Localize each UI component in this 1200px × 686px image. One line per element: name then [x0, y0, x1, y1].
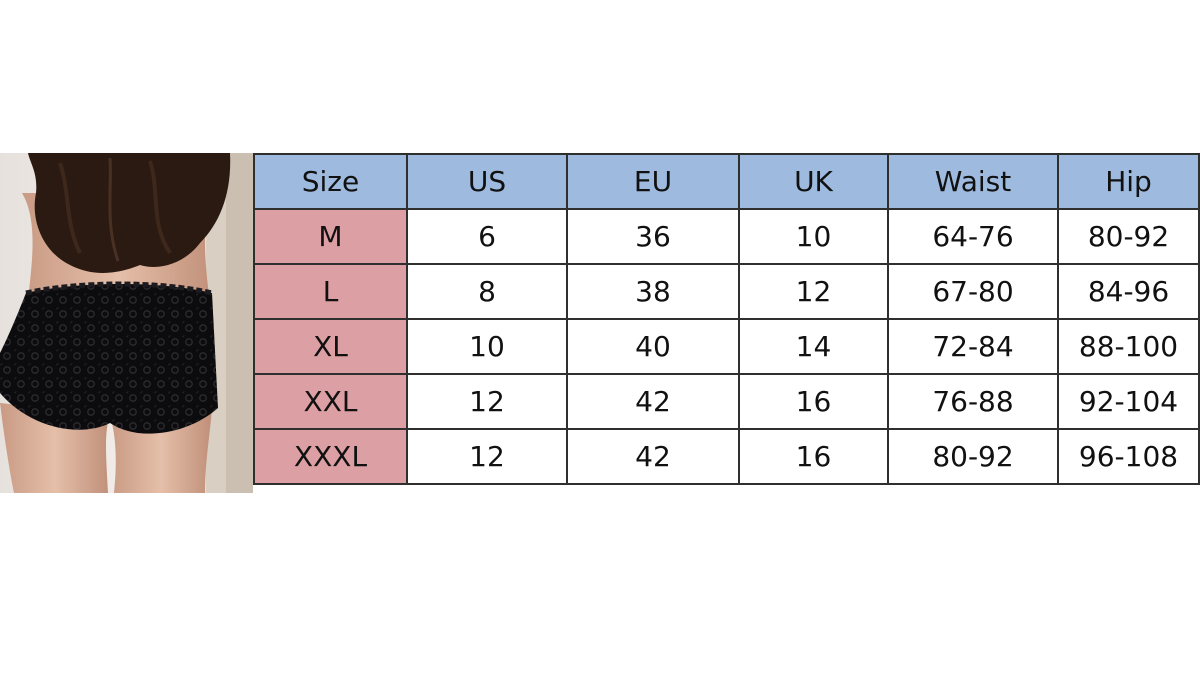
waist-cell: 72-84 — [887, 318, 1059, 375]
waist-cell: 76-88 — [887, 373, 1059, 430]
table-header-row: Size US EU UK Waist Hip — [253, 153, 1200, 210]
waist-cell: 80-92 — [887, 428, 1059, 485]
uk-cell: 16 — [738, 428, 889, 485]
us-cell: 12 — [406, 373, 568, 430]
table-row: XXL 12 42 16 76-88 92-104 — [253, 373, 1200, 430]
size-cell: XXXL — [253, 428, 408, 485]
column-header-size: Size — [253, 153, 408, 210]
us-cell: 10 — [406, 318, 568, 375]
uk-cell: 16 — [738, 373, 889, 430]
uk-cell: 12 — [738, 263, 889, 320]
table-row: M 6 36 10 64-76 80-92 — [253, 208, 1200, 265]
column-header-waist: Waist — [887, 153, 1059, 210]
us-cell: 12 — [406, 428, 568, 485]
hip-cell: 96-108 — [1057, 428, 1200, 485]
hip-cell: 84-96 — [1057, 263, 1200, 320]
uk-cell: 10 — [738, 208, 889, 265]
uk-cell: 14 — [738, 318, 889, 375]
column-header-us: US — [406, 153, 568, 210]
product-photo-illustration — [0, 153, 253, 493]
size-cell: XXL — [253, 373, 408, 430]
product-photo — [0, 153, 253, 493]
column-header-eu: EU — [566, 153, 740, 210]
waist-cell: 64-76 — [887, 208, 1059, 265]
hip-cell: 88-100 — [1057, 318, 1200, 375]
table-row: XL 10 40 14 72-84 88-100 — [253, 318, 1200, 375]
waist-cell: 67-80 — [887, 263, 1059, 320]
eu-cell: 38 — [566, 263, 740, 320]
table-row: XXXL 12 42 16 80-92 96-108 — [253, 428, 1200, 485]
eu-cell: 36 — [566, 208, 740, 265]
eu-cell: 42 — [566, 428, 740, 485]
size-cell: XL — [253, 318, 408, 375]
size-cell: M — [253, 208, 408, 265]
eu-cell: 40 — [566, 318, 740, 375]
eu-cell: 42 — [566, 373, 740, 430]
hip-cell: 92-104 — [1057, 373, 1200, 430]
us-cell: 6 — [406, 208, 568, 265]
size-chart-table: Size US EU UK Waist Hip M 6 36 10 64-76 … — [253, 153, 1200, 485]
column-header-uk: UK — [738, 153, 889, 210]
size-cell: L — [253, 263, 408, 320]
us-cell: 8 — [406, 263, 568, 320]
hip-cell: 80-92 — [1057, 208, 1200, 265]
column-header-hip: Hip — [1057, 153, 1200, 210]
table-row: L 8 38 12 67-80 84-96 — [253, 263, 1200, 320]
